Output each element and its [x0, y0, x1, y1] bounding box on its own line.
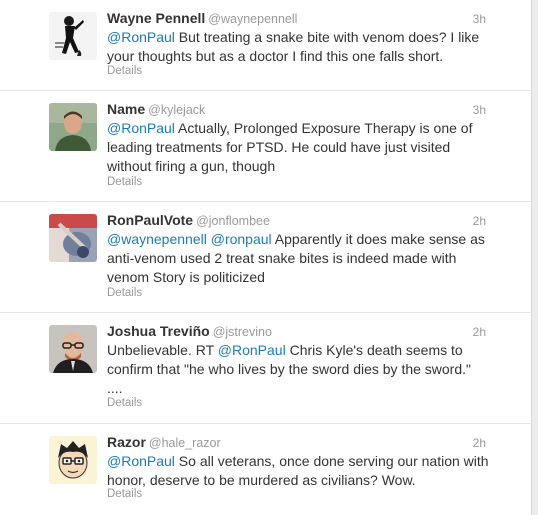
tweet-text: @RonPaul Actually, Prolonged Exposure Th…: [107, 119, 489, 176]
cartoon-face-avatar: [49, 436, 97, 484]
mention-link[interactable]: @RonPaul: [107, 29, 175, 45]
tweet-text: @waynepennell @ronpaul Apparently it doe…: [107, 230, 489, 287]
avatar[interactable]: [49, 436, 97, 484]
tweet-timestamp[interactable]: 3h: [473, 12, 486, 26]
tweet-timestamp[interactable]: 3h: [473, 103, 486, 117]
tweet-username[interactable]: @jonflombee: [196, 214, 270, 228]
tweet-header: Razor @hale_razor: [107, 434, 221, 452]
tweet-item[interactable]: Wayne Pennell @waynepennell 3h @RonPaul B…: [0, 0, 531, 91]
tweet-username[interactable]: @kylejack: [148, 103, 205, 117]
tweet-username[interactable]: @waynepennell: [208, 12, 297, 26]
mention-link[interactable]: @RonPaul: [107, 453, 175, 469]
tweet-item[interactable]: Joshua Treviño @jstrevino 2h Unbelievable…: [0, 313, 531, 424]
mention-link[interactable]: @ronpaul: [211, 231, 272, 247]
details-link[interactable]: Details: [107, 397, 142, 409]
avatar[interactable]: [49, 12, 97, 60]
avatar[interactable]: [49, 325, 97, 373]
scroll-gutter: [532, 0, 538, 515]
avatar[interactable]: [49, 103, 97, 151]
tweet-header: Joshua Treviño @jstrevino: [107, 323, 272, 341]
tweet-header: Wayne Pennell @waynepennell: [107, 10, 297, 28]
tweet-item[interactable]: Razor @hale_razor 2h @RonPaul So all vete…: [0, 424, 531, 515]
tweet-timestamp[interactable]: 2h: [473, 214, 486, 228]
tweet-author-name[interactable]: Razor: [107, 434, 146, 450]
tweet-text: Unbelievable. RT @RonPaul Chris Kyle's d…: [107, 341, 489, 398]
tweet-item[interactable]: Name @kylejack 3h @RonPaul Actually, Prol…: [0, 91, 531, 202]
tweet-text: @RonPaul So all veterans, once done serv…: [107, 452, 489, 490]
mention-link[interactable]: @RonPaul: [218, 342, 286, 358]
tweet-timeline: Wayne Pennell @waynepennell 3h @RonPaul B…: [0, 0, 532, 515]
tweet-timestamp[interactable]: 2h: [473, 436, 486, 450]
tweet-text-segment: Unbelievable. RT: [107, 342, 218, 358]
details-link[interactable]: Details: [107, 287, 142, 299]
mention-link[interactable]: @waynepennell: [107, 231, 207, 247]
details-link[interactable]: Details: [107, 65, 142, 77]
avatar[interactable]: [49, 214, 97, 262]
blurred-photo-avatar: [49, 214, 97, 262]
tweet-author-name[interactable]: RonPaulVote: [107, 212, 193, 228]
details-link[interactable]: Details: [107, 488, 142, 500]
tweet-item[interactable]: RonPaulVote @jonflombee 2h @waynepennell …: [0, 202, 531, 313]
tweet-header: Name @kylejack: [107, 101, 205, 119]
tweet-author-name[interactable]: Wayne Pennell: [107, 10, 205, 26]
tweet-username[interactable]: @jstrevino: [213, 325, 272, 339]
tweet-username[interactable]: @hale_razor: [149, 436, 221, 450]
man-portrait-avatar: [49, 103, 97, 151]
tweet-timestamp[interactable]: 2h: [473, 325, 486, 339]
mention-link[interactable]: @RonPaul: [107, 120, 175, 136]
bald-man-glasses-avatar: [49, 325, 97, 373]
tweet-text: @RonPaul But treating a snake bite with …: [107, 28, 489, 66]
tweet-author-name[interactable]: Name: [107, 101, 145, 117]
details-link[interactable]: Details: [107, 176, 142, 188]
woman-silhouette-avatar: [49, 12, 97, 60]
tweet-author-name[interactable]: Joshua Treviño: [107, 323, 210, 339]
tweet-header: RonPaulVote @jonflombee: [107, 212, 270, 230]
